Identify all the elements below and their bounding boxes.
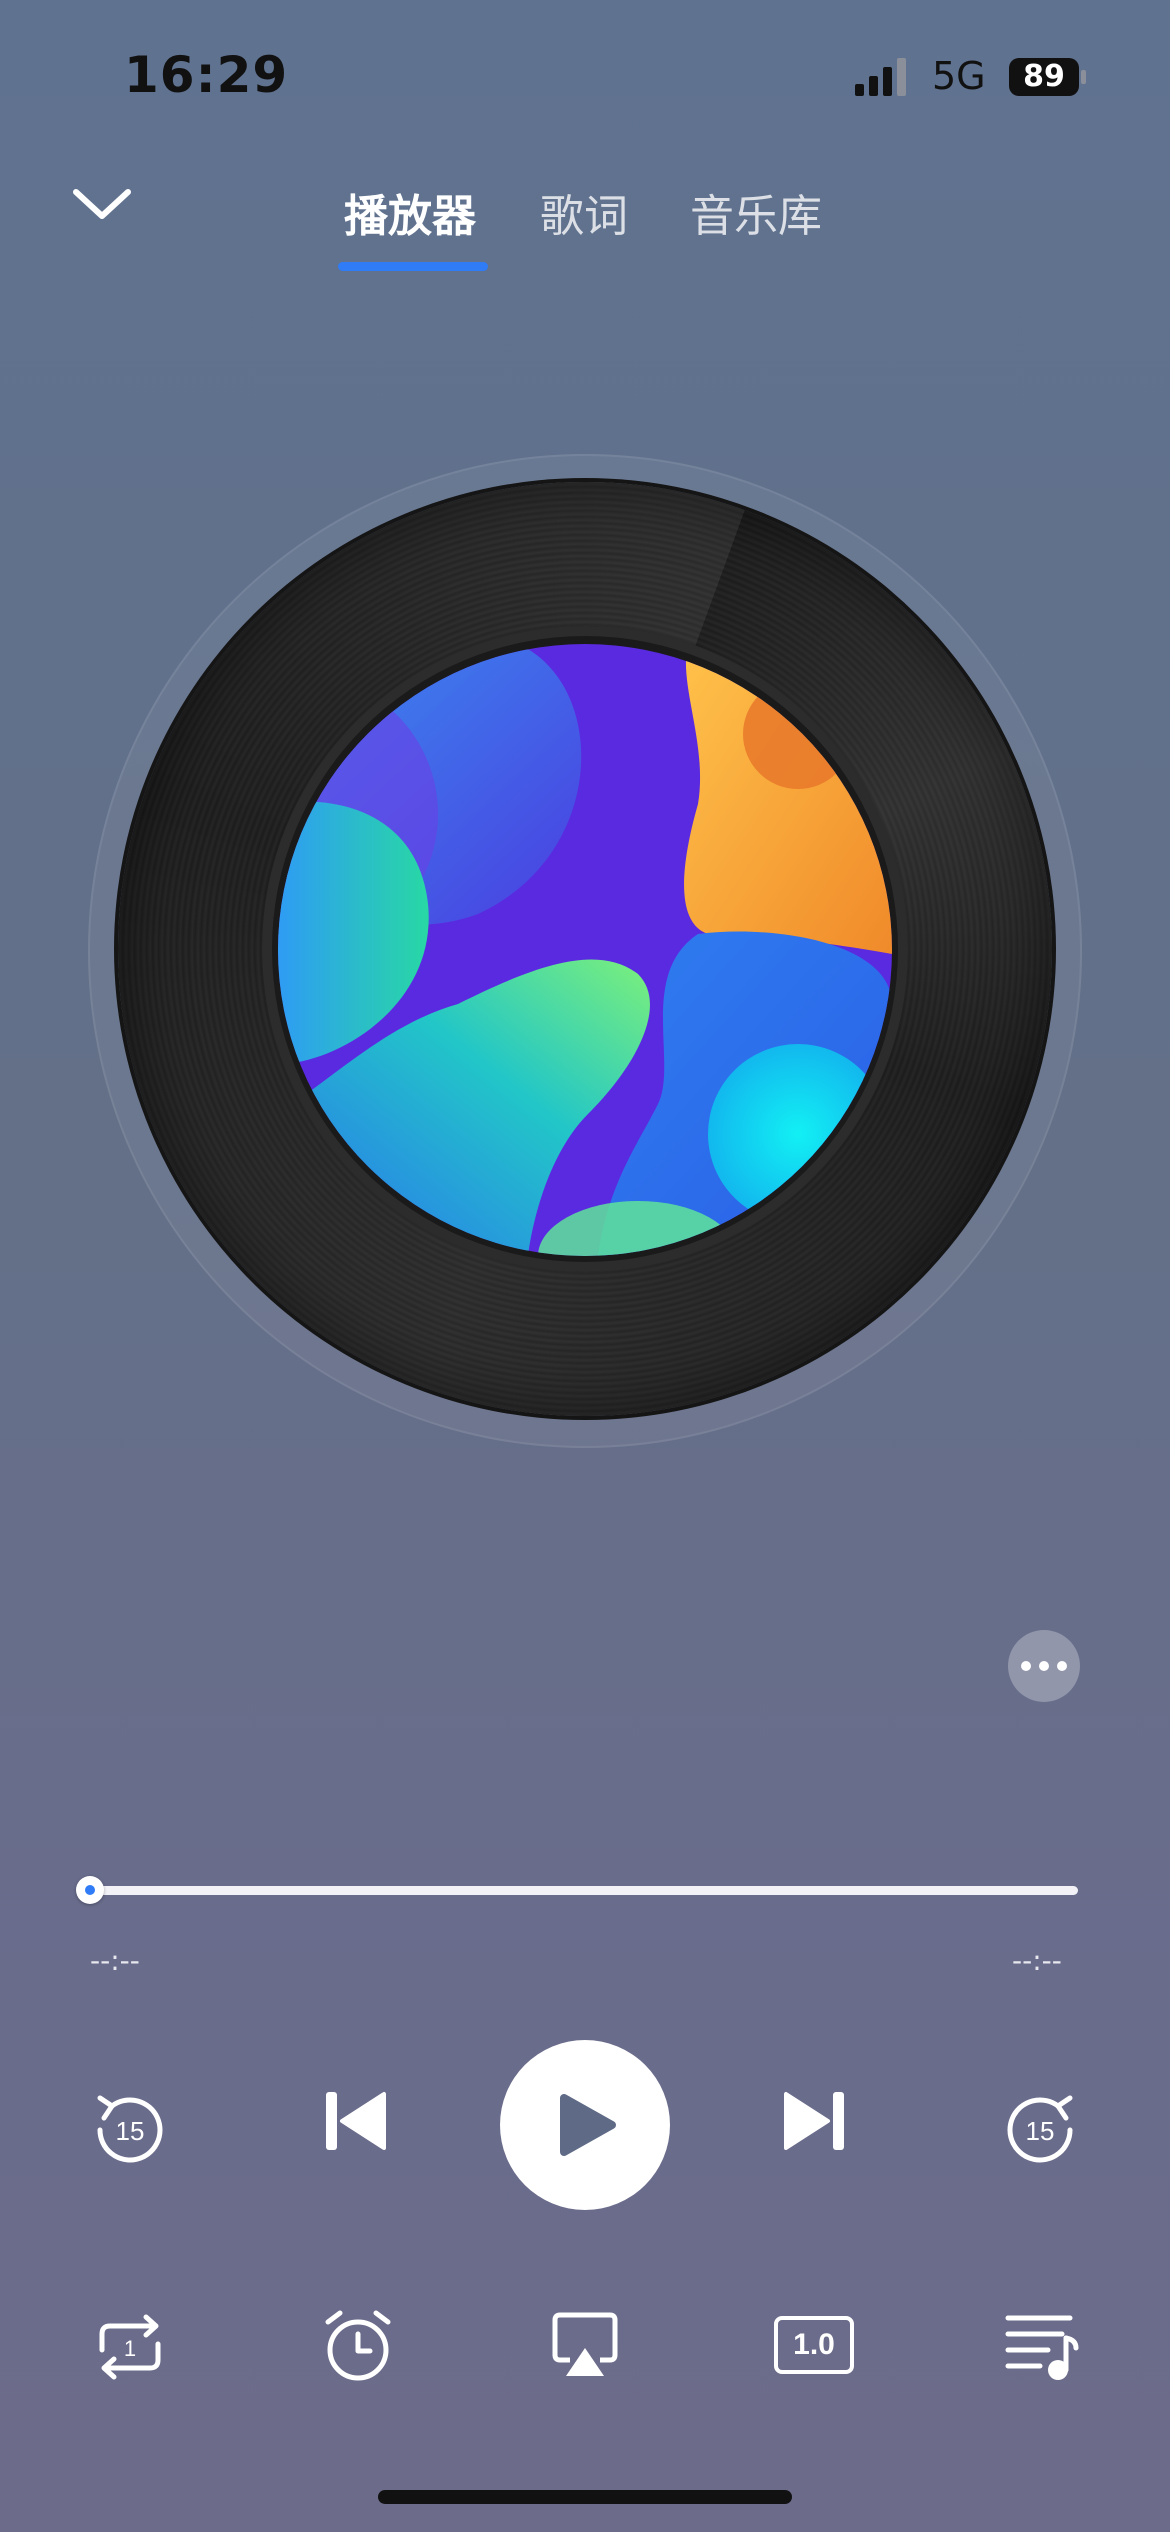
timer-button[interactable] xyxy=(320,2308,396,2384)
repeat-one-button[interactable]: 1 xyxy=(92,2312,168,2382)
more-icon-dot xyxy=(1021,1661,1031,1671)
tab-library[interactable]: 音乐库 xyxy=(690,180,822,244)
previous-icon xyxy=(326,2092,386,2150)
playlist-icon xyxy=(1005,2315,1079,2380)
album-art-image xyxy=(278,644,892,1256)
tab-player[interactable]: 播放器 xyxy=(344,180,476,244)
airplay-button[interactable] xyxy=(552,2312,618,2380)
elapsed-time: --:-- xyxy=(90,1944,140,1977)
repeat-one-icon: 1 xyxy=(99,2314,161,2380)
next-button[interactable] xyxy=(780,2086,850,2156)
timer-icon xyxy=(325,2310,391,2381)
battery-indicator: 89 xyxy=(1008,56,1088,98)
tab-lyrics[interactable]: 歌词 xyxy=(540,180,628,244)
speed-button[interactable]: 1.0 xyxy=(774,2316,854,2374)
progress-thumb[interactable] xyxy=(76,1876,104,1904)
tab-indicator xyxy=(338,262,488,271)
more-icon-dot xyxy=(1057,1661,1067,1671)
forward-15-button[interactable]: 15 xyxy=(1004,2090,1080,2166)
previous-button[interactable] xyxy=(320,2086,390,2156)
progress-track[interactable] xyxy=(90,1886,1078,1895)
more-icon-dot xyxy=(1039,1661,1049,1671)
home-indicator xyxy=(378,2490,792,2504)
airplay-icon xyxy=(552,2312,618,2376)
status-time: 16:29 xyxy=(124,46,289,104)
network-type: 5G xyxy=(932,54,986,98)
battery-level: 89 xyxy=(1023,59,1065,94)
album-art xyxy=(278,644,892,1256)
rewind-15-button[interactable]: 15 xyxy=(90,2090,166,2166)
rewind-seconds: 15 xyxy=(116,2116,145,2146)
chevron-down-icon[interactable] xyxy=(70,182,134,226)
playlist-button[interactable] xyxy=(1004,2310,1080,2384)
play-icon xyxy=(560,2094,616,2156)
forward-seconds: 15 xyxy=(1026,2116,1055,2146)
speed-value: 1.0 xyxy=(793,2328,835,2361)
next-icon xyxy=(784,2092,844,2150)
remaining-time: --:-- xyxy=(1012,1944,1062,1977)
rewind-15-icon: 15 xyxy=(97,2095,163,2163)
signal-icon xyxy=(855,58,906,96)
forward-15-icon: 15 xyxy=(1007,2095,1073,2163)
play-button[interactable] xyxy=(500,2040,670,2210)
repeat-count: 1 xyxy=(124,2336,136,2361)
more-button[interactable] xyxy=(1008,1630,1080,1702)
